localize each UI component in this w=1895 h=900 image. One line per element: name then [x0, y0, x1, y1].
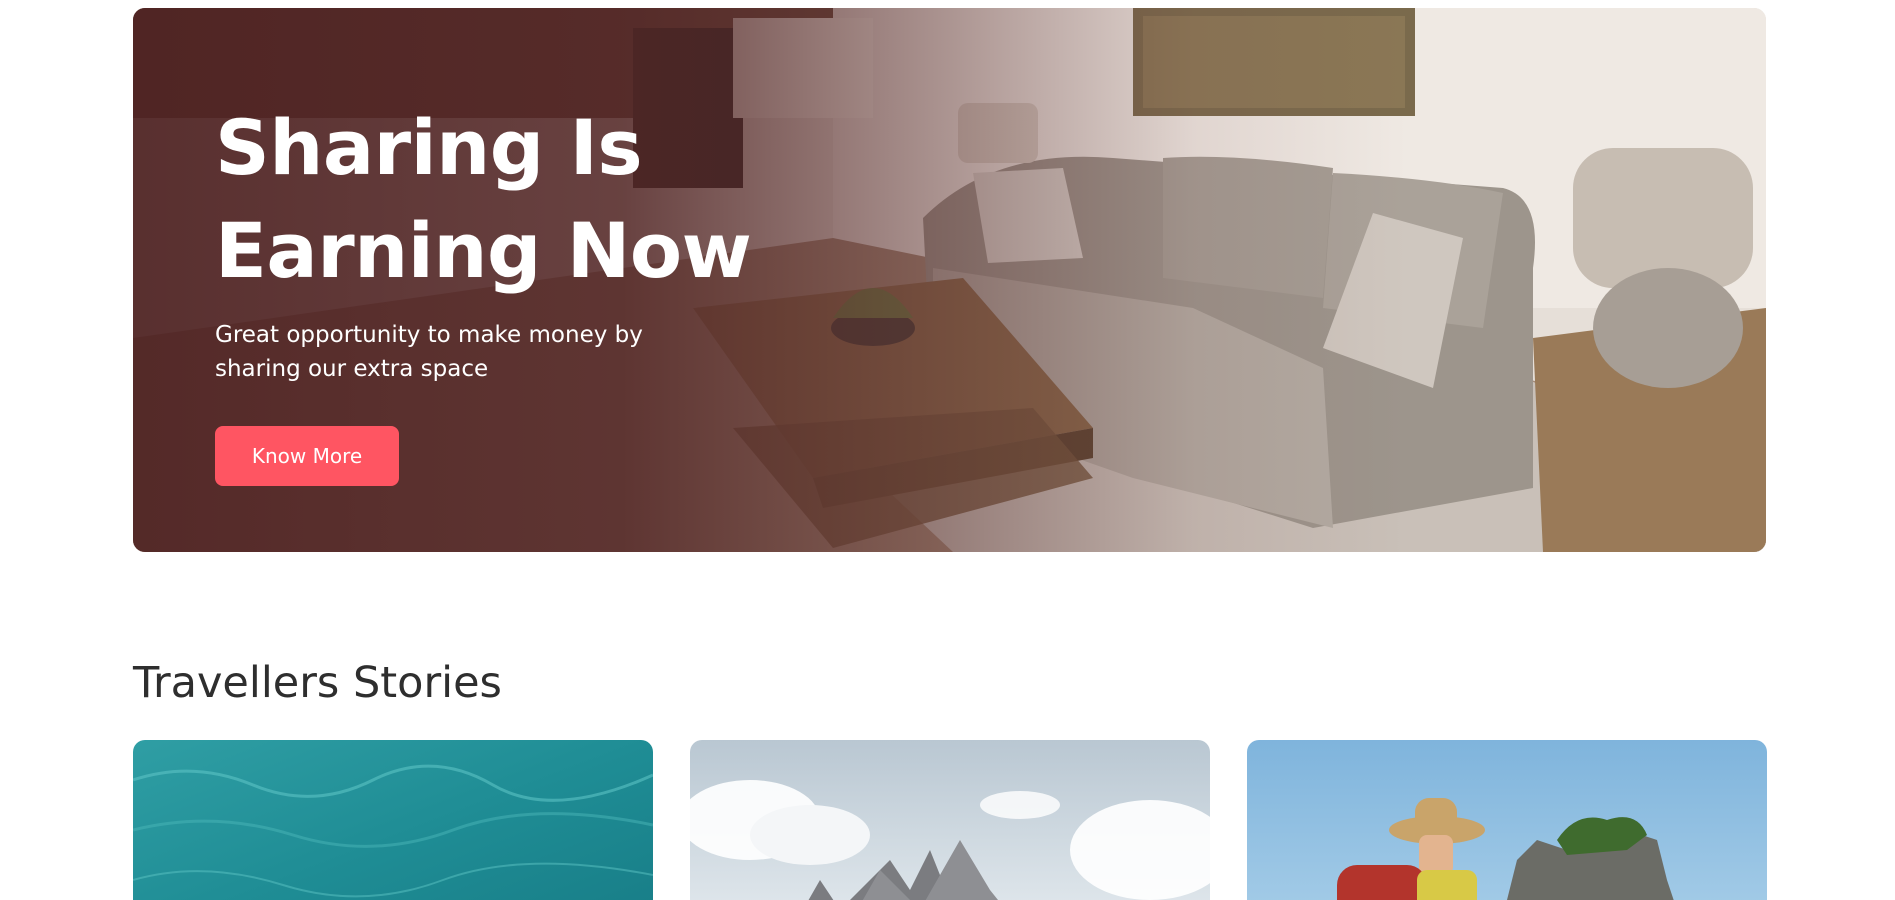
hero-title-line-1: Sharing Is — [215, 103, 643, 192]
story-card-ocean[interactable] — [133, 740, 653, 900]
hiker-with-backpack-image — [1247, 740, 1767, 900]
hero-banner: Sharing Is Earning Now Great opportunity… — [133, 8, 1766, 552]
story-card-hiker[interactable] — [1247, 740, 1767, 900]
mountain-peaks-image — [690, 740, 1210, 900]
hero-title: Sharing Is Earning Now — [215, 96, 775, 302]
section-title-travellers-stories: Travellers Stories — [133, 658, 502, 708]
know-more-button[interactable]: Know More — [215, 426, 399, 486]
story-card-mountains[interactable] — [690, 740, 1210, 900]
hero-title-line-2: Earning Now — [215, 206, 752, 295]
ocean-water-image — [133, 740, 653, 900]
hero-subtitle: Great opportunity to make money by shari… — [215, 322, 643, 382]
hero-content: Sharing Is Earning Now Great opportunity… — [215, 96, 775, 486]
